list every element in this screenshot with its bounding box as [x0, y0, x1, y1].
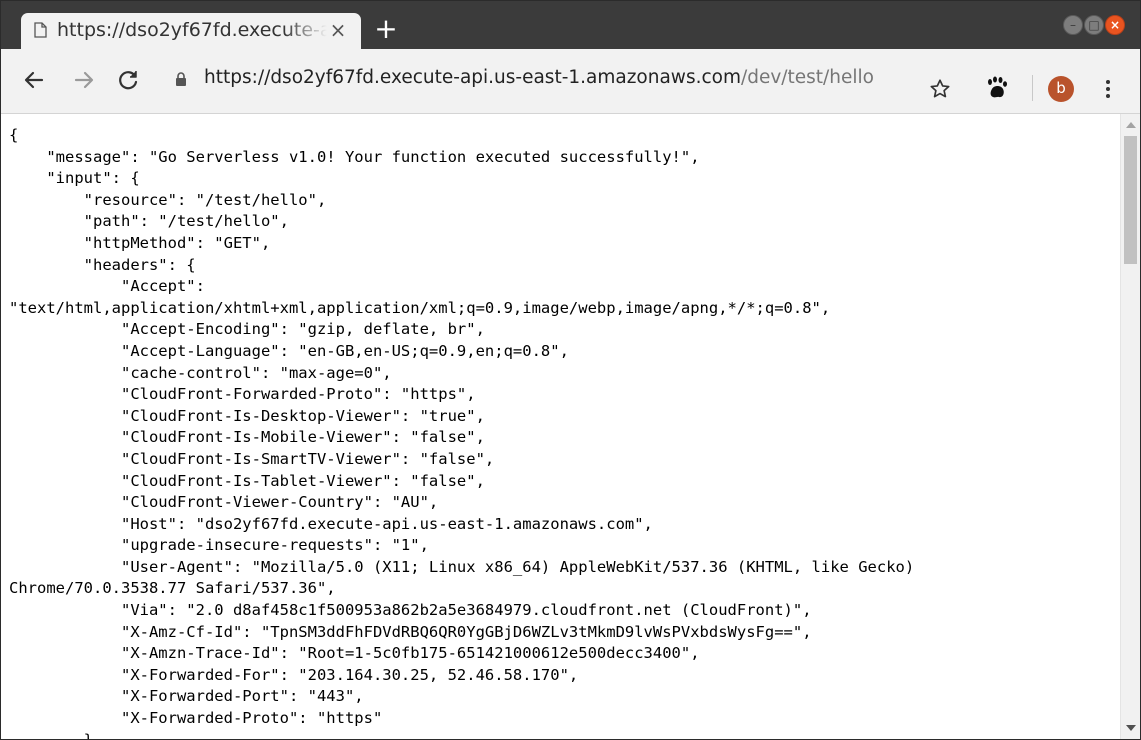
json-line: "Host": "dso2yf67fd.execute-api.us-east-…: [9, 514, 653, 533]
json-line: Chrome/70.0.3538.77 Safari/537.36",: [9, 579, 336, 598]
json-line: "Accept-Encoding": "gzip, deflate, br",: [9, 320, 485, 339]
back-arrow-icon[interactable]: [21, 67, 47, 93]
scroll-down-icon[interactable]: [1126, 725, 1136, 731]
url-origin: https://dso2yf67fd.execute-api.us-east-1…: [204, 67, 741, 88]
browser-tab[interactable]: https://dso2yf67fd.execute-api.us-east-1…: [21, 13, 361, 49]
json-line: "X-Amzn-Trace-Id": "Root=1-5c0fb175-6514…: [9, 644, 700, 663]
json-line: "upgrade-insecure-requests": "1",: [9, 536, 429, 555]
minimize-icon: –: [1070, 18, 1076, 32]
page-icon: [34, 22, 47, 38]
close-window-button[interactable]: ×: [1105, 15, 1125, 35]
paw-extension-icon[interactable]: [986, 76, 1008, 100]
maximize-button[interactable]: □: [1084, 15, 1104, 35]
vertical-scrollbar[interactable]: [1120, 114, 1140, 739]
json-line: "httpMethod": "GET",: [9, 233, 271, 252]
tab-close-icon[interactable]: ×: [325, 17, 351, 43]
json-response: { "message": "Go Serverless v1.0! Your f…: [9, 125, 914, 739]
star-icon[interactable]: [929, 78, 951, 100]
tab-title: https://dso2yf67fd.execute-api.us-east-1…: [57, 19, 327, 41]
minimize-button[interactable]: –: [1063, 15, 1083, 35]
json-line: "message": "Go Serverless v1.0! Your fun…: [9, 147, 700, 166]
menu-icon[interactable]: [1098, 78, 1118, 100]
json-line: "X-Forwarded-Port": "443",: [9, 687, 364, 706]
json-line: "Via": "2.0 d8af458c1f500953a862b2a5e368…: [9, 601, 812, 620]
tab-strip: https://dso2yf67fd.execute-api.us-east-1…: [1, 1, 1140, 49]
json-line: "Accept":: [9, 277, 205, 296]
lock-icon: [176, 72, 186, 86]
scrollbar-thumb[interactable]: [1124, 136, 1137, 264]
maximize-icon: □: [1088, 18, 1100, 32]
json-line: "cache-control": "max-age=0",: [9, 363, 392, 382]
json-line: "path": "/test/hello",: [9, 212, 289, 231]
json-line: "CloudFront-Forwarded-Proto": "https",: [9, 385, 476, 404]
json-line: "CloudFront-Viewer-Country": "AU",: [9, 493, 439, 512]
json-line: "headers": {: [9, 255, 196, 274]
page-content: { "message": "Go Serverless v1.0! Your f…: [1, 114, 1120, 739]
json-line: "X-Forwarded-For": "203.164.30.25, 52.46…: [9, 665, 579, 684]
close-icon: ×: [1109, 18, 1121, 32]
toolbar-separator: [1032, 75, 1033, 101]
scroll-up-icon[interactable]: [1126, 122, 1136, 128]
new-tab-button[interactable]: +: [371, 15, 401, 45]
json-line: "CloudFront-Is-SmartTV-Viewer": "false",: [9, 449, 495, 468]
url-path: /dev/test/hello: [740, 67, 874, 88]
url-text[interactable]: https://dso2yf67fd.execute-api.us-east-1…: [204, 67, 874, 88]
json-line: "X-Amz-Cf-Id": "TpnSM3ddFhFDVdRBQ6QR0YgG…: [9, 622, 812, 641]
browser-window: https://dso2yf67fd.execute-api.us-east-1…: [0, 0, 1141, 740]
json-line: "CloudFront-Is-Desktop-Viewer": "true",: [9, 406, 485, 425]
json-line: "X-Forwarded-Proto": "https": [9, 709, 383, 728]
forward-arrow-icon[interactable]: [71, 67, 97, 93]
json-line: "text/html,application/xhtml+xml,applica…: [9, 298, 831, 317]
json-line: "resource": "/test/hello",: [9, 190, 327, 209]
json-line: "CloudFront-Is-Tablet-Viewer": "false",: [9, 471, 485, 490]
json-line: "User-Agent": "Mozilla/5.0 (X11; Linux x…: [9, 557, 915, 576]
json-line: {: [9, 126, 19, 144]
json-line: },: [9, 731, 103, 739]
profile-avatar[interactable]: b: [1048, 76, 1074, 102]
json-line: "CloudFront-Is-Mobile-Viewer": "false",: [9, 428, 485, 447]
json-line: "Accept-Language": "en-GB,en-US;q=0.9,en…: [9, 341, 569, 360]
reload-icon[interactable]: [115, 67, 141, 93]
json-line: "input": {: [9, 169, 140, 188]
address-bar[interactable]: https://dso2yf67fd.execute-api.us-east-1…: [161, 64, 961, 96]
browser-toolbar: https://dso2yf67fd.execute-api.us-east-1…: [1, 49, 1140, 114]
